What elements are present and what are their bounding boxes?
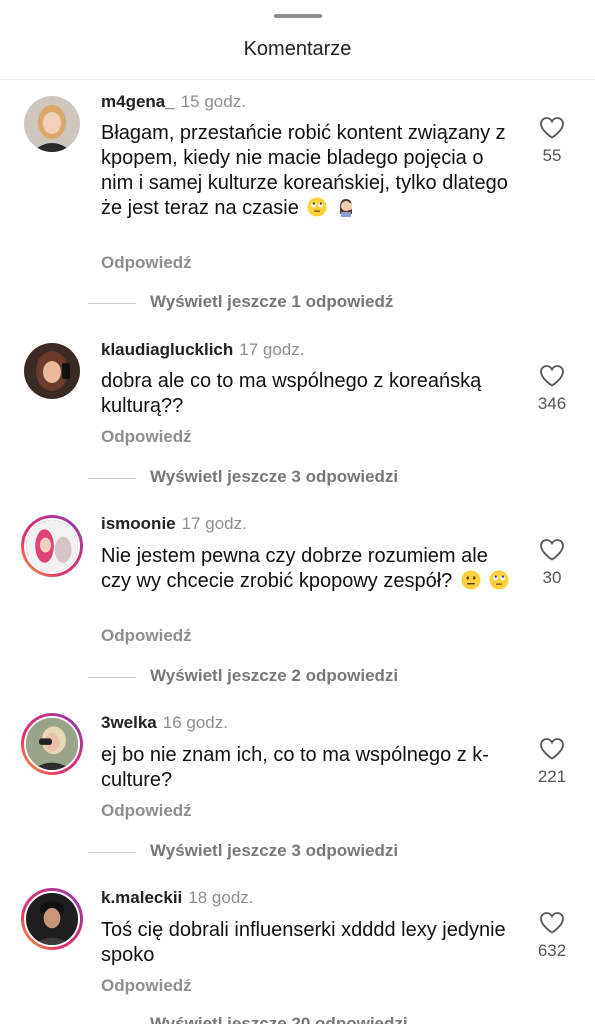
comment-text: ej bo nie znam ich, co to ma wspólnego z… [101, 744, 489, 791]
avatar [24, 716, 80, 772]
view-more-replies[interactable]: Wyświetl jeszcze 3 odpowiedzi [0, 841, 595, 863]
comment-username[interactable]: ismoonie [101, 514, 176, 533]
like-count: 30 [542, 568, 562, 587]
avatar-photo [26, 893, 78, 945]
avatar-story-ring[interactable] [21, 713, 83, 775]
comment-text-wrap: Nie jestem pewna czy dobrze rozumiem ale… [101, 544, 521, 594]
rolling-eyes-emoji [489, 570, 509, 590]
like-count: 632 [537, 941, 567, 960]
avatar [24, 891, 80, 947]
comment-username[interactable]: m4gena_ [101, 92, 175, 111]
comment-text: Nie jestem pewna czy dobrze rozumiem ale… [101, 545, 488, 592]
view-more-replies[interactable]: Wyświetl jeszcze 20 odpowiedzi [0, 1014, 595, 1024]
like-button[interactable]: 221 [530, 737, 574, 787]
like-button[interactable]: 30 [530, 538, 574, 588]
view-more-replies[interactable]: Wyświetl jeszcze 2 odpowiedzi [0, 666, 595, 688]
comment-time: 17 godz. [239, 340, 305, 359]
avatar-photo [24, 96, 80, 152]
neutral-face-emoji [461, 570, 481, 590]
comment-time: 16 godz. [162, 713, 228, 732]
rolling-eyes-emoji [307, 197, 327, 217]
divider-line [88, 478, 136, 479]
like-button[interactable]: 346 [530, 364, 574, 414]
heart-icon [540, 912, 564, 934]
avatar-photo [24, 343, 80, 399]
view-more-replies-label[interactable]: Wyświetl jeszcze 20 odpowiedzi [150, 1014, 408, 1024]
view-more-replies-label[interactable]: Wyświetl jeszcze 2 odpowiedzi [150, 666, 398, 686]
heart-icon [540, 117, 564, 139]
comment-username[interactable]: k.maleckii [101, 888, 182, 907]
comments-sheet: Komentarze m4gena_ 15 godz. Błagam, przes… [0, 0, 595, 1024]
divider-line [88, 852, 136, 853]
drag-handle[interactable] [274, 14, 322, 18]
comment-username[interactable]: 3welka [101, 713, 157, 732]
facepalm-woman-emoji [336, 197, 356, 217]
avatar-photo [26, 520, 78, 572]
heart-icon [540, 738, 564, 760]
view-more-replies[interactable]: Wyświetl jeszcze 1 odpowiedź [0, 292, 595, 314]
comment-time: 15 godz. [180, 92, 246, 111]
divider-line [88, 677, 136, 678]
like-button[interactable]: 55 [530, 116, 574, 166]
page-title: Komentarze [243, 38, 352, 60]
avatar[interactable] [24, 343, 80, 399]
reply-button[interactable]: Odpowiedź [101, 626, 192, 646]
view-more-replies-label[interactable]: Wyświetl jeszcze 3 odpowiedzi [150, 467, 398, 487]
like-count: 346 [537, 394, 567, 413]
reply-button[interactable]: Odpowiedź [101, 976, 192, 996]
heart-icon [540, 539, 564, 561]
like-button[interactable]: 632 [530, 911, 574, 961]
view-more-replies[interactable]: Wyświetl jeszcze 3 odpowiedzi [0, 467, 595, 489]
header-divider [0, 79, 595, 80]
avatar[interactable] [24, 96, 80, 152]
avatar [24, 518, 80, 574]
reply-button[interactable]: Odpowiedź [101, 427, 192, 447]
reply-button[interactable]: Odpowiedź [101, 253, 192, 273]
comment-text-wrap: Toś cię dobrali influenserki xdddd lexy … [101, 918, 521, 968]
avatar-story-ring[interactable] [21, 515, 83, 577]
like-count: 221 [537, 767, 567, 786]
comment-username[interactable]: klaudiaglucklich [101, 340, 233, 359]
view-more-replies-label[interactable]: Wyświetl jeszcze 1 odpowiedź [150, 292, 393, 312]
view-more-replies-label[interactable]: Wyświetl jeszcze 3 odpowiedzi [150, 841, 398, 861]
reply-button[interactable]: Odpowiedź [101, 801, 192, 821]
comment-text-wrap: ej bo nie znam ich, co to ma wspólnego z… [101, 743, 521, 793]
comment-text: Błagam, przestańcie robić kontent związa… [101, 122, 508, 219]
avatar-photo [26, 718, 78, 770]
comment-time: 18 godz. [188, 888, 254, 907]
divider-line [88, 303, 136, 304]
comment-text-wrap: Błagam, przestańcie robić kontent związa… [101, 121, 521, 221]
like-count: 55 [542, 146, 562, 165]
comment-text-wrap: dobra ale co to ma wspólnego z koreańską… [101, 369, 521, 419]
heart-icon [540, 365, 564, 387]
avatar-story-ring[interactable] [21, 888, 83, 950]
comment-text: Toś cię dobrali influenserki xdddd lexy … [101, 919, 506, 966]
comment-time: 17 godz. [181, 514, 247, 533]
comment-text: dobra ale co to ma wspólnego z koreańską… [101, 370, 482, 417]
